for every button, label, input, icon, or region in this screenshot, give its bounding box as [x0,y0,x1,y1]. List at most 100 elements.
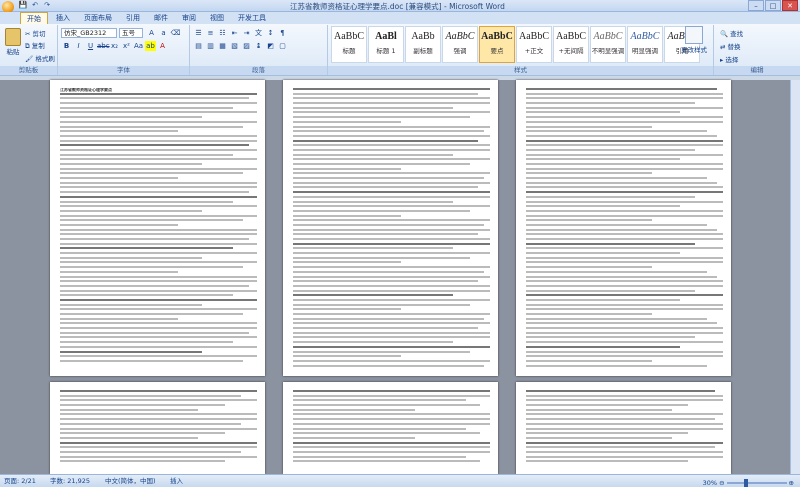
maximize-button[interactable]: □ [765,0,781,11]
zoom-level[interactable]: 30% [703,477,717,489]
cut-button[interactable]: ✂ 剪切 [25,28,55,38]
text-line [60,427,257,430]
tab-references[interactable]: 引用 [120,12,146,24]
align-center-icon[interactable]: ▥ [205,41,216,51]
page-count[interactable]: 页面: 2/21 [4,475,36,487]
distributed-icon[interactable]: ▨ [241,41,252,51]
text-line [293,261,402,264]
grow-font-button[interactable]: A [146,28,157,38]
text-line [293,436,416,439]
align-right-icon[interactable]: ▦ [217,41,228,51]
font-size-select[interactable]: 五号 [119,28,143,38]
strikethrough-button[interactable]: abc [97,41,110,51]
subscript-button[interactable]: x₂ [109,41,120,51]
close-button[interactable]: ✕ [782,0,798,11]
page-2 [283,80,498,376]
borders-icon[interactable]: ▢ [277,41,288,51]
text-line [526,219,653,222]
highlight-button[interactable]: ab [145,41,156,51]
redo-icon[interactable]: ↷ [42,1,52,10]
style-emphasis[interactable]: AaBbC 强调 [442,26,478,63]
style-body[interactable]: AaBbC +正文 [516,26,552,63]
shading-icon[interactable]: ◩ [265,41,276,51]
zoom-slider[interactable] [726,479,787,487]
zoom-out-button[interactable]: ⊖ [719,477,724,489]
superscript-button[interactable]: x² [121,41,132,51]
text-line [60,418,257,421]
line-spacing-icon[interactable]: ↨ [253,41,264,51]
tab-review[interactable]: 审阅 [176,12,202,24]
style-subtle-emphasis[interactable]: AaBbC 不明显强调 [590,26,626,63]
text-line [526,261,723,264]
increase-indent-icon[interactable]: ⇥ [241,28,252,38]
font-name-select[interactable]: 仿宋_GB2312 [61,28,117,38]
undo-icon[interactable]: ↶ [30,1,40,10]
style-subtitle[interactable]: AaBb 副标题 [405,26,441,63]
tab-mailings[interactable]: 邮件 [148,12,174,24]
page-5 [283,382,498,474]
insert-mode[interactable]: 插入 [170,475,183,487]
tab-developer[interactable]: 开发工具 [232,12,272,24]
shrink-font-button[interactable]: a [158,28,169,38]
numbering-icon[interactable]: ≡ [205,28,216,38]
italic-button[interactable]: I [73,41,84,51]
vertical-scrollbar[interactable] [790,80,800,474]
text-line [60,294,234,297]
text-line [60,219,244,222]
text-line [60,125,244,128]
font-color-button[interactable]: A [157,41,168,51]
copy-button[interactable]: ⧉ 复制 [25,40,55,51]
document-area[interactable]: 江苏省教师资格证心理学要点 [0,80,800,474]
format-painter-button[interactable]: 🖌 格式刷 [25,53,55,63]
style-gallery: AaBbC 标题 AaBl 标题 1 AaBb 副标题 AaBbC 强调 AaBbC 要点… [331,26,700,63]
show-marks-icon[interactable]: ¶ [277,28,288,38]
style-heading1[interactable]: AaBl 标题 1 [368,26,404,63]
clear-format-button[interactable]: ⌫ [170,28,181,38]
text-line [526,331,723,334]
minimize-button[interactable]: – [748,0,764,11]
decrease-indent-icon[interactable]: ⇤ [229,28,240,38]
text-line [60,186,257,189]
text-line [60,261,257,264]
word-count[interactable]: 字数: 21,925 [50,475,90,487]
style-no-spacing[interactable]: AaBbC +无间隔 [553,26,589,63]
bullets-icon[interactable]: ☰ [193,28,204,38]
text-line [526,289,696,292]
select-button[interactable]: ▸ 选择 [720,54,743,64]
justify-icon[interactable]: ▧ [229,41,240,51]
tab-home[interactable]: 开始 [20,12,48,24]
text-line [293,359,490,362]
tab-view[interactable]: 视图 [204,12,230,24]
text-line [60,242,257,245]
status-bar: 页面: 2/21 字数: 21,925 中文(简体，中国) 插入 30% ⊖ ⊕ [0,474,800,487]
replace-button[interactable]: ⇄ 替换 [720,41,743,51]
change-styles-button[interactable]: 更改样式 [676,26,712,54]
text-line [526,455,723,458]
save-icon[interactable]: 💾 [18,1,28,10]
zoom-slider-knob[interactable] [744,479,749,487]
sort-icon[interactable]: ↕ [265,28,276,38]
underline-button[interactable]: U [85,41,96,51]
multilevel-list-icon[interactable]: ☷ [217,28,228,38]
paragraph-group: ☰ ≡ ☷ ⇤ ⇥ 文 ↕ ¶ ▤ ▥ ▦ ▧ ▨ ↨ ◩ ▢ 段落 [190,25,328,75]
style-intense-emphasis[interactable]: AaBbC 明显强调 [627,26,663,63]
bold-button[interactable]: B [61,41,72,51]
change-case-button[interactable]: Aa [133,41,144,51]
chinese-layout-icon[interactable]: 文 [253,28,264,38]
style-key-point[interactable]: AaBbC 要点 [479,26,515,63]
text-line [60,275,257,278]
text-line [526,317,708,320]
language[interactable]: 中文(简体，中国) [105,475,156,487]
zoom-in-button[interactable]: ⊕ [789,477,794,489]
text-line [60,322,257,325]
tab-insert[interactable]: 插入 [50,12,76,24]
text-line [526,172,653,175]
paste-button[interactable]: 粘贴 [3,28,23,62]
style-title[interactable]: AaBbC 标题 [331,26,367,63]
text-line [526,441,723,444]
tab-page-layout[interactable]: 页面布局 [78,12,118,24]
find-button[interactable]: 🔍 查找 [720,28,743,38]
text-line [293,322,490,325]
text-line [60,450,242,453]
align-left-icon[interactable]: ▤ [193,41,204,51]
